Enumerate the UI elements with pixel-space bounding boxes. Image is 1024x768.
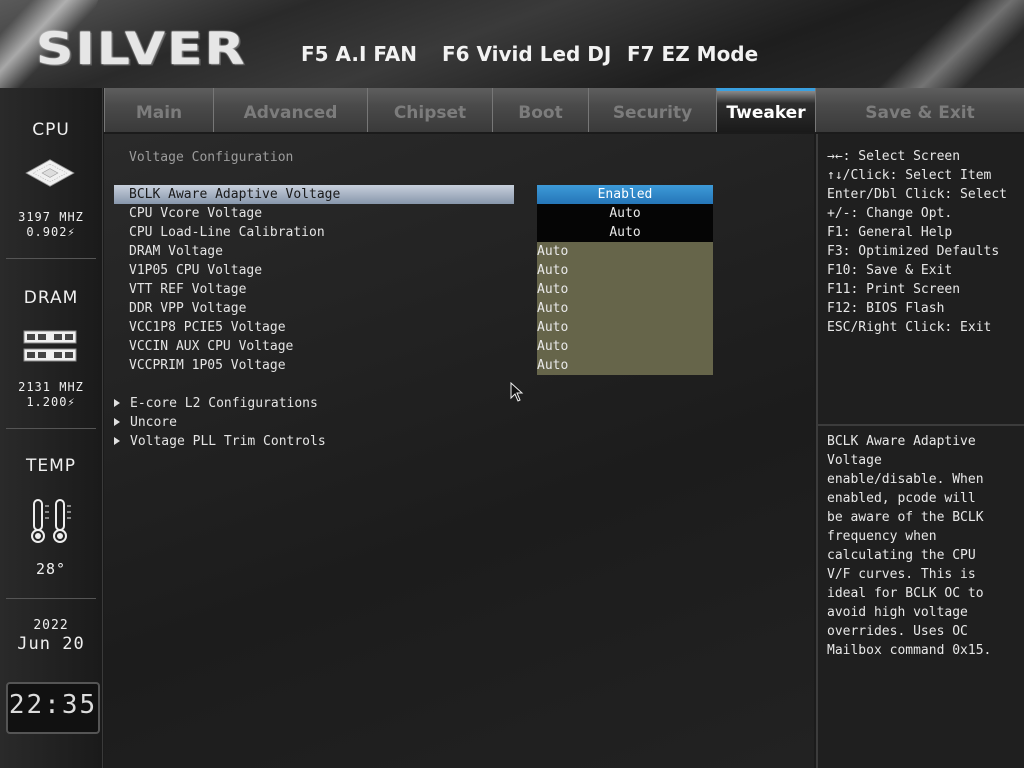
help-key-select-item: ↑↓/Click: Select Item	[827, 168, 992, 183]
tab-main[interactable]: Main	[104, 88, 213, 132]
temp-title: TEMP	[25, 456, 77, 476]
help-key-print-screen: F11: Print Screen	[827, 282, 961, 297]
help-key-exit: ESC/Right Click: Exit	[827, 320, 992, 335]
temp-value: 28°	[35, 560, 67, 578]
setting-bclk-aware-adaptive-voltage[interactable]: BCLK Aware Adaptive Voltage	[114, 185, 514, 204]
header-bar: SILVER F5 A.I FAN F6 Vivid Led DJ F7 EZ …	[0, 0, 1024, 88]
cpu-voltage: 0.902	[26, 225, 68, 239]
help-key-change-opt: +/-: Change Opt.	[827, 206, 953, 221]
cpu-readout: 3197 MHZ 0.902⚡	[0, 210, 102, 240]
help-key-optimized-defaults: F3: Optimized Defaults	[827, 244, 1000, 259]
voltage-bolt-icon: ⚡	[67, 225, 76, 239]
tab-boot[interactable]: Boot	[492, 88, 588, 132]
dram-frequency: 2131 MHZ	[18, 380, 84, 394]
help-key-bios-flash: F12: BIOS Flash	[827, 301, 945, 316]
hotkey-ez-mode[interactable]: F7 EZ Mode	[627, 42, 758, 66]
settings-panel: Voltage Configuration BCLK Aware Adaptiv…	[104, 134, 814, 768]
submenu-voltage-pll-trim-controls[interactable]: Voltage PLL Trim Controls	[114, 432, 326, 451]
setting-v1p05-cpu-voltage[interactable]: V1P05 CPU Voltage	[114, 261, 514, 280]
submenu-label: E-core L2 Configurations	[130, 396, 318, 411]
submenu-arrow-icon	[114, 418, 120, 426]
tab-chipset[interactable]: Chipset	[367, 88, 492, 132]
hotkey-vivid-led-dj[interactable]: F6 Vivid Led DJ	[442, 42, 611, 66]
header-light-streak-right	[856, 0, 1024, 88]
setting-dram-voltage[interactable]: DRAM Voltage	[114, 242, 514, 261]
value-vccin-aux-cpu-voltage[interactable]: Auto	[537, 337, 713, 356]
value-cpu-load-line-calibration[interactable]: Auto	[537, 223, 713, 242]
setting-vccin-aux-cpu-voltage[interactable]: VCCIN AUX CPU Voltage	[114, 337, 514, 356]
temp-section: TEMP	[0, 456, 102, 476]
help-panel-divider	[818, 424, 1024, 426]
help-key-select: Enter/Dbl Click: Select	[827, 187, 1008, 202]
value-vtt-ref-voltage[interactable]: Auto	[537, 280, 713, 299]
value-v1p05-cpu-voltage[interactable]: Auto	[537, 261, 713, 280]
dram-module-icon	[23, 330, 77, 362]
sidebar-divider	[6, 598, 96, 599]
submenu-e-core-l2-configurations[interactable]: E-core L2 Configurations	[114, 394, 318, 413]
hotkey-ai-fan[interactable]: F5 A.I FAN	[301, 42, 417, 66]
submenu-label: Uncore	[130, 415, 177, 430]
help-key-general-help: F1: General Help	[827, 225, 953, 240]
cpu-frequency: 3197 MHZ	[18, 210, 84, 224]
dram-readout: 2131 MHZ 1.200⚡	[0, 380, 102, 410]
dram-title: DRAM	[23, 288, 79, 308]
submenu-label: Voltage PLL Trim Controls	[130, 434, 326, 449]
sidebar-divider	[6, 428, 96, 429]
value-cpu-vcore-voltage[interactable]: Auto	[537, 204, 713, 223]
value-bclk-aware-adaptive-voltage[interactable]: Enabled	[537, 185, 713, 204]
submenu-arrow-icon	[114, 399, 120, 407]
sidebar-divider	[6, 258, 96, 259]
value-ddr-vpp-voltage[interactable]: Auto	[537, 299, 713, 318]
mouse-pointer-icon	[510, 382, 524, 402]
digital-clock: 22:35	[6, 682, 100, 734]
tab-bar: Main Advanced Chipset Boot Security Twea…	[104, 88, 1024, 132]
date-month-day: Jun 20	[17, 634, 85, 654]
clock-hours: 22	[8, 690, 45, 720]
date-readout: 2022 Jun 20	[0, 618, 102, 655]
cpu-title: CPU	[32, 120, 70, 140]
clock-minutes: 35	[61, 690, 98, 720]
status-sidebar: CPU 3197 MHZ 0.902⚡ DRAM 2131 MHZ 1.200⚡…	[0, 88, 103, 768]
temp-readout: 28°	[0, 562, 102, 577]
tab-tweaker[interactable]: Tweaker	[716, 88, 815, 132]
cpu-chip-icon	[25, 159, 75, 187]
submenu-uncore[interactable]: Uncore	[114, 413, 177, 432]
help-key-select-screen: →←: Select Screen	[827, 149, 961, 164]
tab-security[interactable]: Security	[588, 88, 716, 132]
item-description: BCLK Aware Adaptive Voltage enable/disab…	[827, 434, 992, 658]
value-vcc1p8-pcie5-voltage[interactable]: Auto	[537, 318, 713, 337]
date-year: 2022	[33, 618, 69, 633]
brand-logo: SILVER	[36, 24, 247, 75]
section-title: Voltage Configuration	[129, 150, 294, 165]
setting-vtt-ref-voltage[interactable]: VTT REF Voltage	[114, 280, 514, 299]
setting-vccprim-1p05-voltage[interactable]: VCCPRIM 1P05 Voltage	[114, 356, 514, 375]
cpu-section: CPU	[0, 120, 102, 140]
dram-voltage: 1.200	[26, 395, 68, 409]
clock-digits: 22:35	[8, 690, 98, 720]
value-vccprim-1p05-voltage[interactable]: Auto	[537, 356, 713, 375]
help-key-save-exit: F10: Save & Exit	[827, 263, 953, 278]
value-dram-voltage[interactable]: Auto	[537, 242, 713, 261]
setting-cpu-vcore-voltage[interactable]: CPU Vcore Voltage	[114, 204, 514, 223]
thermometer-icon	[31, 499, 71, 543]
tab-advanced[interactable]: Advanced	[213, 88, 367, 132]
voltage-bolt-icon: ⚡	[67, 395, 76, 409]
help-panel: →←: Select Screen ↑↓/Click: Select Item …	[816, 134, 1024, 768]
setting-vcc1p8-pcie5-voltage[interactable]: VCC1P8 PCIE5 Voltage	[114, 318, 514, 337]
submenu-arrow-icon	[114, 437, 120, 445]
setting-cpu-load-line-calibration[interactable]: CPU Load-Line Calibration	[114, 223, 514, 242]
setting-ddr-vpp-voltage[interactable]: DDR VPP Voltage	[114, 299, 514, 318]
dram-section: DRAM	[0, 288, 102, 308]
tab-save-exit[interactable]: Save & Exit	[815, 88, 1024, 132]
